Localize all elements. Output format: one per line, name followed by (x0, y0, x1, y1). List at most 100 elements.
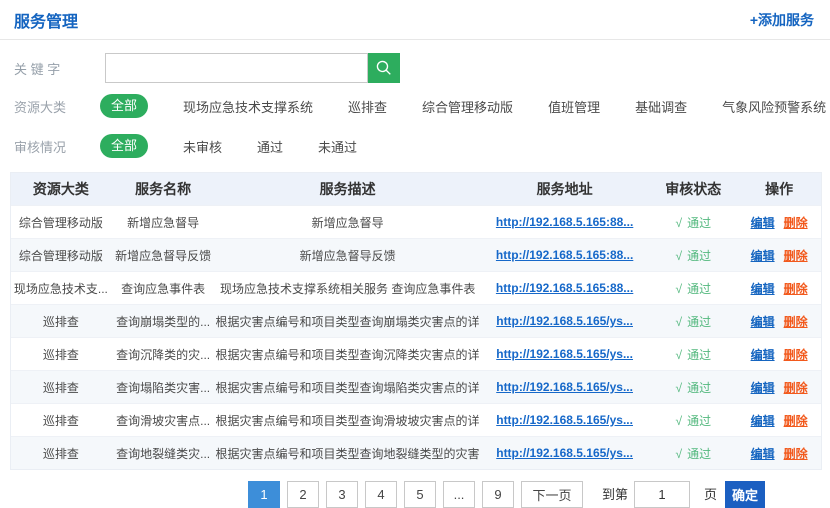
table-row: 综合管理移动版 新增应急督导 新增应急督导 http://192.168.5.1… (11, 205, 821, 238)
cell-resource-type: 巡排查 (11, 445, 111, 462)
cell-resource-type: 综合管理移动版 (11, 247, 111, 264)
check-mark-icon: √ (675, 447, 682, 461)
delete-link[interactable]: 删除 (784, 379, 808, 396)
edit-link[interactable]: 编辑 (751, 445, 775, 462)
check-mark-icon: √ (675, 249, 682, 263)
cell-resource-type: 巡排查 (11, 412, 111, 429)
service-url-link[interactable]: http://192.168.5.165:88... (496, 248, 633, 262)
cell-service-name: 新增应急督导反馈 (111, 247, 216, 264)
edit-link[interactable]: 编辑 (751, 346, 775, 363)
check-mark-icon: √ (675, 315, 682, 329)
cell-service-desc: 根据灾害点编号和项目类型查询滑坡坡灾害点的详... (215, 412, 479, 429)
filter-resource-mobile-mgmt[interactable]: 综合管理移动版 (422, 97, 513, 116)
page-button-9[interactable]: 9 (482, 481, 514, 508)
filter-audit-all[interactable]: 全部 (100, 134, 148, 158)
audit-status-options: 全部 未审核 通过 未通过 (100, 134, 357, 158)
cell-service-desc: 新增应急督导反馈 (215, 247, 479, 264)
table-row: 巡排查 查询地裂缝类灾... 根据灾害点编号和项目类型查询地裂缝类型的灾害...… (11, 436, 821, 469)
check-mark-icon: √ (675, 282, 682, 296)
cell-service-desc: 根据灾害点编号和项目类型查询崩塌类灾害点的详... (215, 313, 479, 330)
edit-link[interactable]: 编辑 (751, 313, 775, 330)
goto-page-suffix: 页 (704, 481, 717, 508)
cell-service-name: 查询应急事件表 (111, 280, 216, 297)
filter-row-audit-status: 审核情况 全部 未审核 通过 未通过 (14, 134, 830, 158)
table-body: 综合管理移动版 新增应急督导 新增应急督导 http://192.168.5.1… (11, 205, 821, 469)
filter-resource-all[interactable]: 全部 (100, 94, 148, 118)
page-button-ellipsis[interactable]: ... (443, 481, 475, 508)
filter-audit-unreviewed[interactable]: 未审核 (183, 137, 222, 156)
filter-resource-onsite-emergency[interactable]: 现场应急技术支撑系统 (183, 97, 313, 116)
filter-resource-patrol[interactable]: 巡排查 (348, 97, 387, 116)
delete-link[interactable]: 删除 (784, 214, 808, 231)
cell-service-name: 查询崩塌类型的... (111, 313, 216, 330)
cell-resource-type: 综合管理移动版 (11, 214, 111, 231)
service-url-link[interactable]: http://192.168.5.165/ys... (496, 314, 633, 328)
cell-service-name: 查询塌陷类灾害... (111, 379, 216, 396)
status-text: 通过 (687, 216, 711, 230)
page-button-1[interactable]: 1 (248, 481, 280, 508)
keyword-label: 关 键 字 (14, 59, 66, 78)
page-header: 服务管理 +添加服务 (0, 0, 830, 40)
search-button[interactable] (368, 53, 400, 83)
service-url-link[interactable]: http://192.168.5.165:88... (496, 281, 633, 295)
cell-service-desc: 新增应急督导 (215, 214, 479, 231)
status-text: 通过 (687, 249, 711, 263)
next-page-button[interactable]: 下一页 (521, 481, 583, 508)
page-button-2[interactable]: 2 (287, 481, 319, 508)
edit-link[interactable]: 编辑 (751, 280, 775, 297)
delete-link[interactable]: 删除 (784, 346, 808, 363)
delete-link[interactable]: 删除 (784, 445, 808, 462)
table-row: 现场应急技术支... 查询应急事件表 现场应急技术支撑系统相关服务 查询应急事件… (11, 271, 821, 304)
service-url-link[interactable]: http://192.168.5.165/ys... (496, 380, 633, 394)
edit-link[interactable]: 编辑 (751, 379, 775, 396)
status-text: 通过 (687, 348, 711, 362)
service-url-link[interactable]: http://192.168.5.165:88... (496, 215, 633, 229)
service-table: 资源大类 服务名称 服务描述 服务地址 审核状态 操作 综合管理移动版 新增应急… (10, 172, 822, 470)
table-row: 巡排查 查询沉降类的灾... 根据灾害点编号和项目类型查询沉降类灾害点的详...… (11, 337, 821, 370)
delete-link[interactable]: 删除 (784, 412, 808, 429)
filter-audit-failed[interactable]: 未通过 (318, 137, 357, 156)
filter-resource-duty-mgmt[interactable]: 值班管理 (548, 97, 600, 116)
delete-link[interactable]: 删除 (784, 280, 808, 297)
delete-link[interactable]: 删除 (784, 313, 808, 330)
cell-service-desc: 根据灾害点编号和项目类型查询塌陷类灾害点的详... (215, 379, 479, 396)
status-text: 通过 (687, 414, 711, 428)
header-service-url: 服务地址 (480, 179, 650, 199)
page-button-3[interactable]: 3 (326, 481, 358, 508)
check-mark-icon: √ (675, 216, 682, 230)
header-service-desc: 服务描述 (215, 179, 479, 199)
check-mark-icon: √ (675, 381, 682, 395)
header-actions: 操作 (737, 179, 821, 199)
cell-resource-type: 现场应急技术支... (11, 280, 111, 297)
filter-audit-passed[interactable]: 通过 (257, 137, 283, 156)
status-text: 通过 (687, 381, 711, 395)
service-url-link[interactable]: http://192.168.5.165/ys... (496, 347, 633, 361)
cell-resource-type: 巡排查 (11, 346, 111, 363)
status-text: 通过 (687, 282, 711, 296)
edit-link[interactable]: 编辑 (751, 412, 775, 429)
table-row: 巡排查 查询滑坡灾害点... 根据灾害点编号和项目类型查询滑坡坡灾害点的详...… (11, 403, 821, 436)
pagination: 1 2 3 4 5 ... 9 下一页 到第 页 确定 (248, 481, 765, 508)
header-audit-status: 审核状态 (649, 179, 737, 199)
cell-service-desc: 根据灾害点编号和项目类型查询地裂缝类型的灾害... (215, 445, 479, 462)
service-url-link[interactable]: http://192.168.5.165/ys... (496, 446, 633, 460)
check-mark-icon: √ (675, 348, 682, 362)
cell-service-name: 查询滑坡灾害点... (111, 412, 216, 429)
page-button-4[interactable]: 4 (365, 481, 397, 508)
goto-page-prefix: 到第 (602, 481, 628, 508)
page-title: 服务管理 (14, 8, 78, 32)
edit-link[interactable]: 编辑 (751, 247, 775, 264)
search-input[interactable] (105, 53, 368, 83)
search-row: 关 键 字 (14, 53, 830, 83)
filter-resource-basic-survey[interactable]: 基础调查 (635, 97, 687, 116)
add-service-button[interactable]: +添加服务 (750, 10, 814, 30)
goto-page-input[interactable] (634, 481, 690, 508)
service-url-link[interactable]: http://192.168.5.165/ys... (496, 413, 633, 427)
delete-link[interactable]: 删除 (784, 247, 808, 264)
cell-service-desc: 根据灾害点编号和项目类型查询沉降类灾害点的详... (215, 346, 479, 363)
page-button-5[interactable]: 5 (404, 481, 436, 508)
table-header-row: 资源大类 服务名称 服务描述 服务地址 审核状态 操作 (11, 173, 821, 205)
edit-link[interactable]: 编辑 (751, 214, 775, 231)
confirm-button[interactable]: 确定 (725, 481, 765, 508)
filter-resource-weather-warning[interactable]: 气象风险预警系统 (722, 97, 826, 116)
